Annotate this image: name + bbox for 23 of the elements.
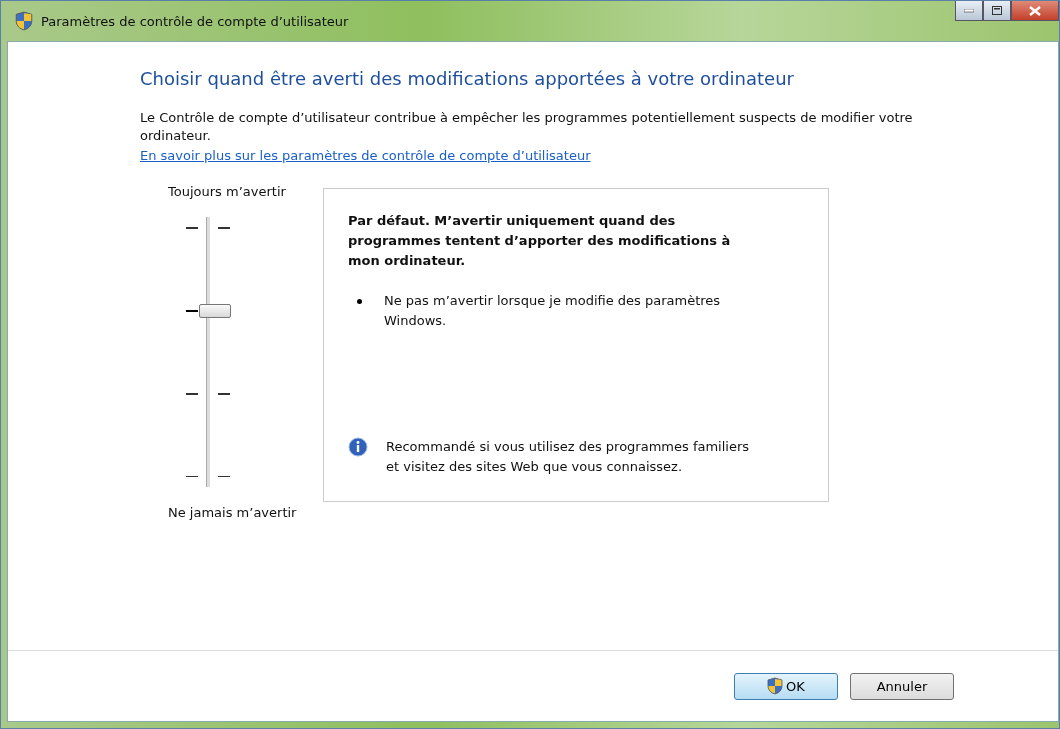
ok-button[interactable]: OK: [734, 672, 838, 700]
close-button[interactable]: [1011, 1, 1059, 21]
bullet-text: Ne pas m’avertir lorsque je modifie des paramètres Windows.: [384, 292, 722, 330]
maximize-icon: [992, 6, 1002, 15]
note-text: Recommandé si vous utilisez des programmes familiers et visitez des sites Web que vous connaissez.: [386, 438, 751, 476]
close-icon: [1029, 5, 1041, 16]
description-text: Le Contrôle de compte d’utilisateur contribue à empêcher les programmes potentiellement suspects de modifier votre ordinateur.: [140, 109, 914, 145]
slider-top-label: Toujours m’avertir: [168, 184, 286, 199]
info-icon: [348, 437, 368, 457]
panel-title: Par défaut. M’avertir uniquement quand des programmes tentent d’apporter des modifications à mon ordinateur.: [348, 212, 732, 270]
page-heading: Choisir quand être averti des modifications apportées à votre ordinateur: [140, 68, 795, 89]
maximize-button[interactable]: [983, 1, 1011, 21]
shield-icon: [767, 677, 784, 695]
learn-more-link[interactable]: En savoir plus sur les paramètres de contrôle de compte d’utilisateur: [140, 148, 591, 163]
minimize-button[interactable]: [955, 1, 983, 21]
cancel-button[interactable]: Annuler: [850, 672, 954, 700]
slider-bottom-label: Ne jamais m’avertir: [168, 505, 297, 520]
minimize-icon: [964, 8, 974, 13]
notification-slider[interactable]: [186, 217, 230, 487]
shield-icon: [15, 11, 33, 31]
slider-thumb[interactable]: [199, 303, 231, 318]
window-title: Paramètres de contrôle de compte d’utilisateur: [41, 13, 349, 29]
bullet-icon: [357, 299, 362, 304]
